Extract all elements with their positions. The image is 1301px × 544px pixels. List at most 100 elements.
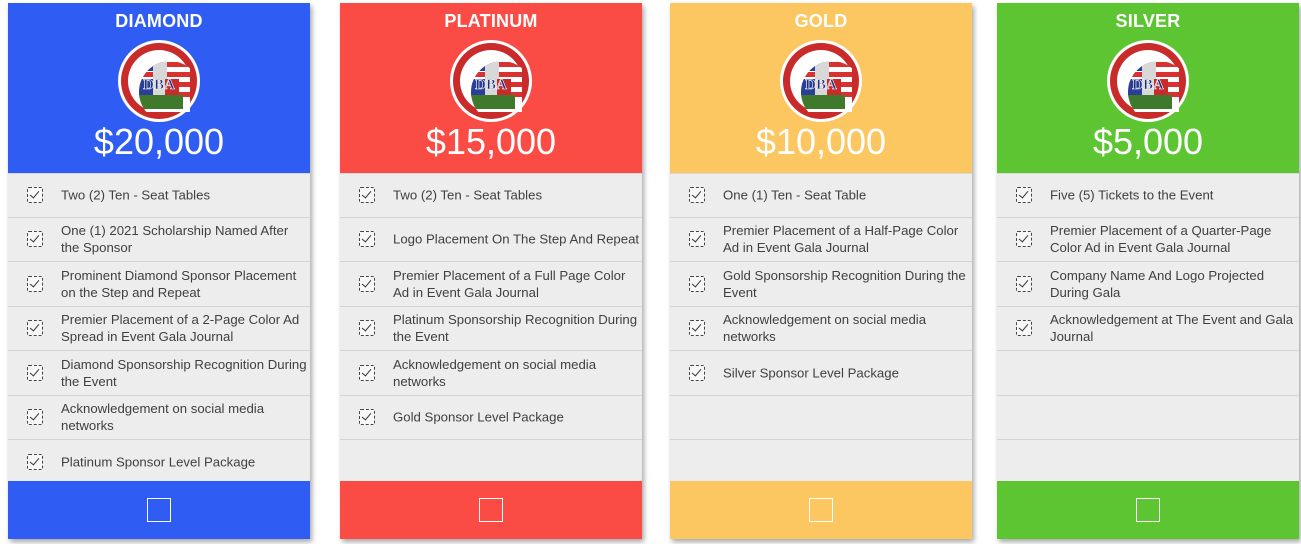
tier-footer (8, 481, 310, 539)
feature-text: Platinum Sponsorship Recognition During … (393, 312, 638, 345)
feature-item: Company Name And Logo Projected During G… (997, 262, 1299, 307)
checkbox-checked-icon (359, 231, 375, 248)
feature-item-empty (997, 440, 1299, 485)
feature-item: Gold Sponsor Level Package (340, 395, 642, 440)
feature-text: Gold Sponsor Level Package (393, 409, 564, 425)
feature-text: One (1) Ten - Seat Table (723, 187, 867, 203)
feature-item-empty (670, 395, 972, 440)
feature-item: Premier Placement of a Half-Page Color A… (670, 217, 972, 262)
feature-item: Diamond Sponsorship Recognition During t… (8, 351, 310, 396)
tier-footer (340, 481, 642, 539)
dba-seal-logo: DBA (780, 40, 862, 122)
checkbox-checked-icon (27, 275, 43, 292)
feature-list: Two (2) Ten - Seat Tables Logo Placement… (340, 173, 642, 485)
feature-item: Two (2) Ten - Seat Tables (340, 173, 642, 218)
tier-header: PLATINUM DBA $15,000 (340, 3, 642, 173)
checkbox-checked-icon (27, 231, 43, 248)
checkbox-checked-icon (27, 409, 43, 426)
feature-item-empty (340, 440, 642, 485)
dba-seal-logo: DBA (450, 40, 532, 122)
tier-header: GOLD DBA $10,000 (670, 3, 972, 173)
checkbox-checked-icon (1016, 320, 1032, 337)
feature-item: Premier Placement of a Full Page Color A… (340, 262, 642, 307)
feature-text: Diamond Sponsorship Recognition During t… (61, 356, 307, 389)
tier-header: SILVER DBA $5,000 (997, 3, 1299, 173)
dba-seal-logo: DBA (118, 40, 200, 122)
tier-price: $10,000 (755, 121, 887, 162)
checkbox-checked-icon (689, 320, 705, 337)
tier-name: GOLD (794, 11, 848, 31)
svg-text:DBA: DBA (805, 77, 837, 93)
checkbox-checked-icon (689, 187, 705, 204)
feature-item: Acknowledgement at The Event and Gala Jo… (997, 306, 1299, 351)
feature-item: Prominent Diamond Sponsor Placement on t… (8, 262, 310, 307)
feature-text: Silver Sponsor Level Package (723, 365, 899, 381)
checkbox-checked-icon (27, 187, 43, 204)
checkbox-checked-icon (689, 231, 705, 248)
feature-text: Prominent Diamond Sponsor Placement on t… (61, 267, 297, 300)
select-tier-checkbox[interactable] (479, 498, 503, 522)
svg-text:DBA: DBA (1132, 77, 1164, 93)
svg-text:DBA: DBA (143, 77, 175, 93)
feature-item: Premier Placement of a 2-Page Color Ad S… (8, 306, 310, 351)
feature-text: Two (2) Ten - Seat Tables (393, 187, 543, 203)
tier-header: DIAMOND DBA $20,000 (8, 3, 310, 173)
tier-price: $20,000 (93, 121, 225, 162)
checkbox-checked-icon (27, 453, 43, 470)
tier-name: DIAMOND (115, 11, 203, 31)
tier-price: $5,000 (1092, 121, 1204, 162)
tier-footer (670, 481, 972, 539)
feature-text: Gold Sponsorship Recognition During the … (723, 267, 966, 300)
feature-text: One (1) 2021 Scholarship Named After the… (61, 223, 289, 256)
feature-item: Silver Sponsor Level Package (670, 351, 972, 396)
feature-item: Acknowledgement on social media networks (8, 395, 310, 440)
feature-text: Platinum Sponsor Level Package (61, 454, 256, 470)
feature-item: One (1) 2021 Scholarship Named After the… (8, 217, 310, 262)
feature-item: Gold Sponsorship Recognition During the … (670, 262, 972, 307)
select-tier-checkbox[interactable] (809, 498, 833, 522)
feature-item: Acknowledgement on social media networks (670, 306, 972, 351)
feature-list: One (1) Ten - Seat Table Premier Placeme… (670, 173, 972, 485)
feature-text: Acknowledgement on social media networks (393, 356, 597, 389)
select-tier-checkbox[interactable] (147, 498, 171, 522)
checkbox-checked-icon (359, 275, 375, 292)
feature-text: Company Name And Logo Projected During G… (1050, 267, 1265, 300)
checkbox-checked-icon (27, 364, 43, 381)
feature-text: Acknowledgement on social media networks (723, 312, 927, 345)
checkbox-checked-icon (359, 409, 375, 426)
checkbox-checked-icon (359, 187, 375, 204)
feature-item-empty (997, 351, 1299, 396)
checkbox-checked-icon (359, 320, 375, 337)
checkbox-checked-icon (1016, 231, 1032, 248)
feature-item: Five (5) Tickets to the Event (997, 173, 1299, 218)
feature-item: Platinum Sponsor Level Package (8, 440, 310, 485)
feature-text: Premier Placement of a Full Page Color A… (393, 267, 626, 300)
select-tier-checkbox[interactable] (1136, 498, 1160, 522)
svg-text:DBA: DBA (475, 77, 507, 93)
feature-item: Acknowledgement on social media networks (340, 351, 642, 396)
feature-text: Acknowledgement at The Event and Gala Jo… (1050, 312, 1294, 345)
dba-seal-logo: DBA (1107, 40, 1189, 122)
feature-item: One (1) Ten - Seat Table (670, 173, 972, 218)
feature-text: Two (2) Ten - Seat Tables (61, 187, 211, 203)
feature-text: Acknowledgement on social media networks (61, 401, 265, 434)
tier-footer (997, 481, 1299, 539)
feature-item-empty (670, 440, 972, 485)
tier-card-silver: SILVER DBA $5,000 Five (5) Tickets to th… (997, 3, 1299, 539)
feature-text: Logo Placement On The Step And Repeat (393, 231, 640, 247)
tier-card-platinum: PLATINUM DBA $15,000 Two (2) Ten - Seat … (340, 3, 642, 539)
tier-name: PLATINUM (444, 11, 538, 31)
tier-card-gold: GOLD DBA $10,000 One (1) Ten - Seat Tabl… (670, 3, 972, 539)
checkbox-checked-icon (1016, 187, 1032, 204)
feature-item: Logo Placement On The Step And Repeat (340, 217, 642, 262)
feature-item: Platinum Sponsorship Recognition During … (340, 306, 642, 351)
checkbox-checked-icon (27, 320, 43, 337)
feature-text: Premier Placement of a Half-Page Color A… (723, 223, 959, 256)
tier-price: $15,000 (425, 121, 557, 162)
feature-item-empty (997, 395, 1299, 440)
tier-name: SILVER (1115, 11, 1181, 31)
checkbox-checked-icon (359, 364, 375, 381)
feature-list: Two (2) Ten - Seat Tables One (1) 2021 S… (8, 173, 310, 485)
feature-item: Two (2) Ten - Seat Tables (8, 173, 310, 218)
checkbox-checked-icon (689, 364, 705, 381)
